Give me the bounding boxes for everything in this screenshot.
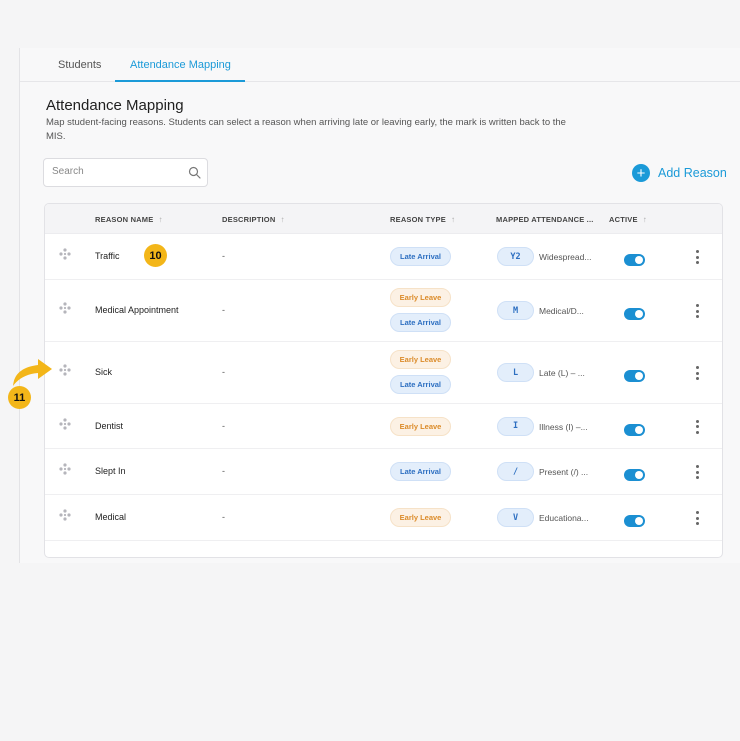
attendance-code-description: Medical/D...	[539, 306, 584, 316]
sort-arrow-icon[interactable]: ↑	[643, 215, 647, 224]
tab-attendance-mapping[interactable]: Attendance Mapping	[130, 59, 231, 71]
reason-name: Sick	[95, 367, 113, 377]
drag-handle-icon[interactable]	[59, 417, 71, 430]
reason-description: -	[222, 305, 225, 315]
add-reason-button[interactable]: + Add Reason	[632, 163, 727, 183]
reason-type-badge: Early Leave	[390, 508, 451, 527]
sort-arrow-icon[interactable]: ↑	[451, 215, 455, 224]
search-box[interactable]	[43, 158, 208, 187]
reason-description: -	[222, 251, 225, 261]
active-toggle[interactable]	[624, 515, 645, 527]
annotation-step-11: 11	[8, 386, 31, 409]
attendance-code: V	[497, 508, 534, 527]
attendance-code: M	[497, 301, 534, 320]
reason-name: Medical	[95, 512, 127, 522]
annotation-step-10: 10	[144, 244, 167, 267]
page-title: Attendance Mapping	[46, 97, 184, 114]
drag-handle-icon[interactable]	[59, 247, 71, 260]
reason-name: Slept In	[95, 466, 126, 476]
drag-handle-icon[interactable]	[59, 508, 71, 521]
drag-handle-icon[interactable]	[59, 301, 71, 314]
active-toggle[interactable]	[624, 469, 645, 481]
kebab-menu-icon[interactable]	[693, 366, 701, 380]
attendance-code: L	[497, 363, 534, 382]
sort-arrow-icon[interactable]: ↑	[158, 215, 162, 224]
reason-name: Traffic	[95, 251, 120, 261]
attendance-code: Y2	[497, 247, 534, 266]
reason-description: -	[222, 466, 225, 476]
drag-handle-icon[interactable]	[59, 363, 71, 376]
kebab-menu-icon[interactable]	[693, 465, 701, 479]
active-toggle[interactable]	[624, 423, 645, 436]
active-toggle[interactable]	[624, 308, 645, 320]
attendance-mapping-panel: Students Attendance Mapping Attendance M…	[19, 48, 740, 563]
sort-arrow-icon[interactable]: ↑	[280, 215, 284, 224]
kebab-menu-icon[interactable]	[693, 511, 701, 525]
attendance-code: /	[497, 462, 534, 481]
reason-name: Dentist	[95, 420, 124, 431]
page-subtitle: Map student-facing reasons. Students can…	[46, 117, 566, 142]
reason-name: Medical Appointment	[95, 305, 179, 315]
search-input[interactable]	[52, 166, 182, 177]
table-header: REASON NAME ↑ DESCRIPTION ↑ REASON TYPE ↑ M…	[45, 204, 722, 234]
attendance-code-description: Widespread...	[539, 252, 592, 262]
drag-handle-icon[interactable]	[59, 462, 71, 475]
reason-type-badge: Late Arrival	[390, 247, 451, 266]
attendance-code-description: Late (L) – ...	[539, 368, 585, 378]
reason-description: -	[222, 512, 225, 522]
table-row: Medical - Early Leave V Educationa...	[45, 495, 722, 541]
tab-students[interactable]: Students	[58, 59, 101, 71]
plus-circle-icon: +	[632, 164, 650, 182]
header-description[interactable]: DESCRIPTION ↑	[222, 215, 285, 224]
reason-description: -	[222, 367, 225, 377]
annotation-arrow-icon	[13, 359, 52, 386]
attendance-code-description: Educationa...	[539, 513, 589, 523]
active-toggle[interactable]	[624, 254, 645, 266]
reason-type-badge: Early Leave	[390, 416, 451, 436]
attendance-code-description: Illness (I) –...	[539, 421, 588, 432]
search-icon[interactable]	[188, 166, 201, 179]
add-reason-label: Add Reason	[658, 166, 727, 180]
reason-description: -	[222, 420, 225, 431]
reason-type-badge: Early Leave	[390, 288, 451, 307]
attendance-code-description: Present (/) ...	[539, 467, 589, 477]
header-mapped-attendance[interactable]: MAPPED ATTENDANCE ...	[496, 215, 594, 224]
table-row: Medical Appointment - Early Leave Late Arri…	[45, 280, 722, 342]
kebab-menu-icon[interactable]	[693, 419, 701, 434]
tab-bar: Students Attendance Mapping	[20, 48, 740, 82]
table-row: Sick - Early Leave Late Arrival L Late (L) – …	[45, 342, 722, 404]
attendance-code: I	[497, 416, 534, 436]
reason-type-badge: Late Arrival	[390, 375, 451, 394]
active-tab-indicator	[115, 80, 245, 82]
reason-type-badge: Early Leave	[390, 350, 451, 369]
kebab-menu-icon[interactable]	[693, 250, 701, 264]
reason-type-badge: Late Arrival	[390, 313, 451, 332]
header-reason-name[interactable]: REASON NAME ↑	[95, 215, 163, 224]
header-active[interactable]: ACTIVE ↑	[609, 215, 647, 224]
table-row: Dentist - Early Leave I Illness (I) –...	[45, 404, 722, 449]
header-reason-type[interactable]: REASON TYPE ↑	[390, 215, 455, 224]
table-row: Slept In - Late Arrival / Present (/) ...	[45, 449, 722, 495]
kebab-menu-icon[interactable]	[693, 304, 701, 318]
reason-type-badge: Late Arrival	[390, 462, 451, 481]
active-toggle[interactable]	[624, 370, 645, 382]
